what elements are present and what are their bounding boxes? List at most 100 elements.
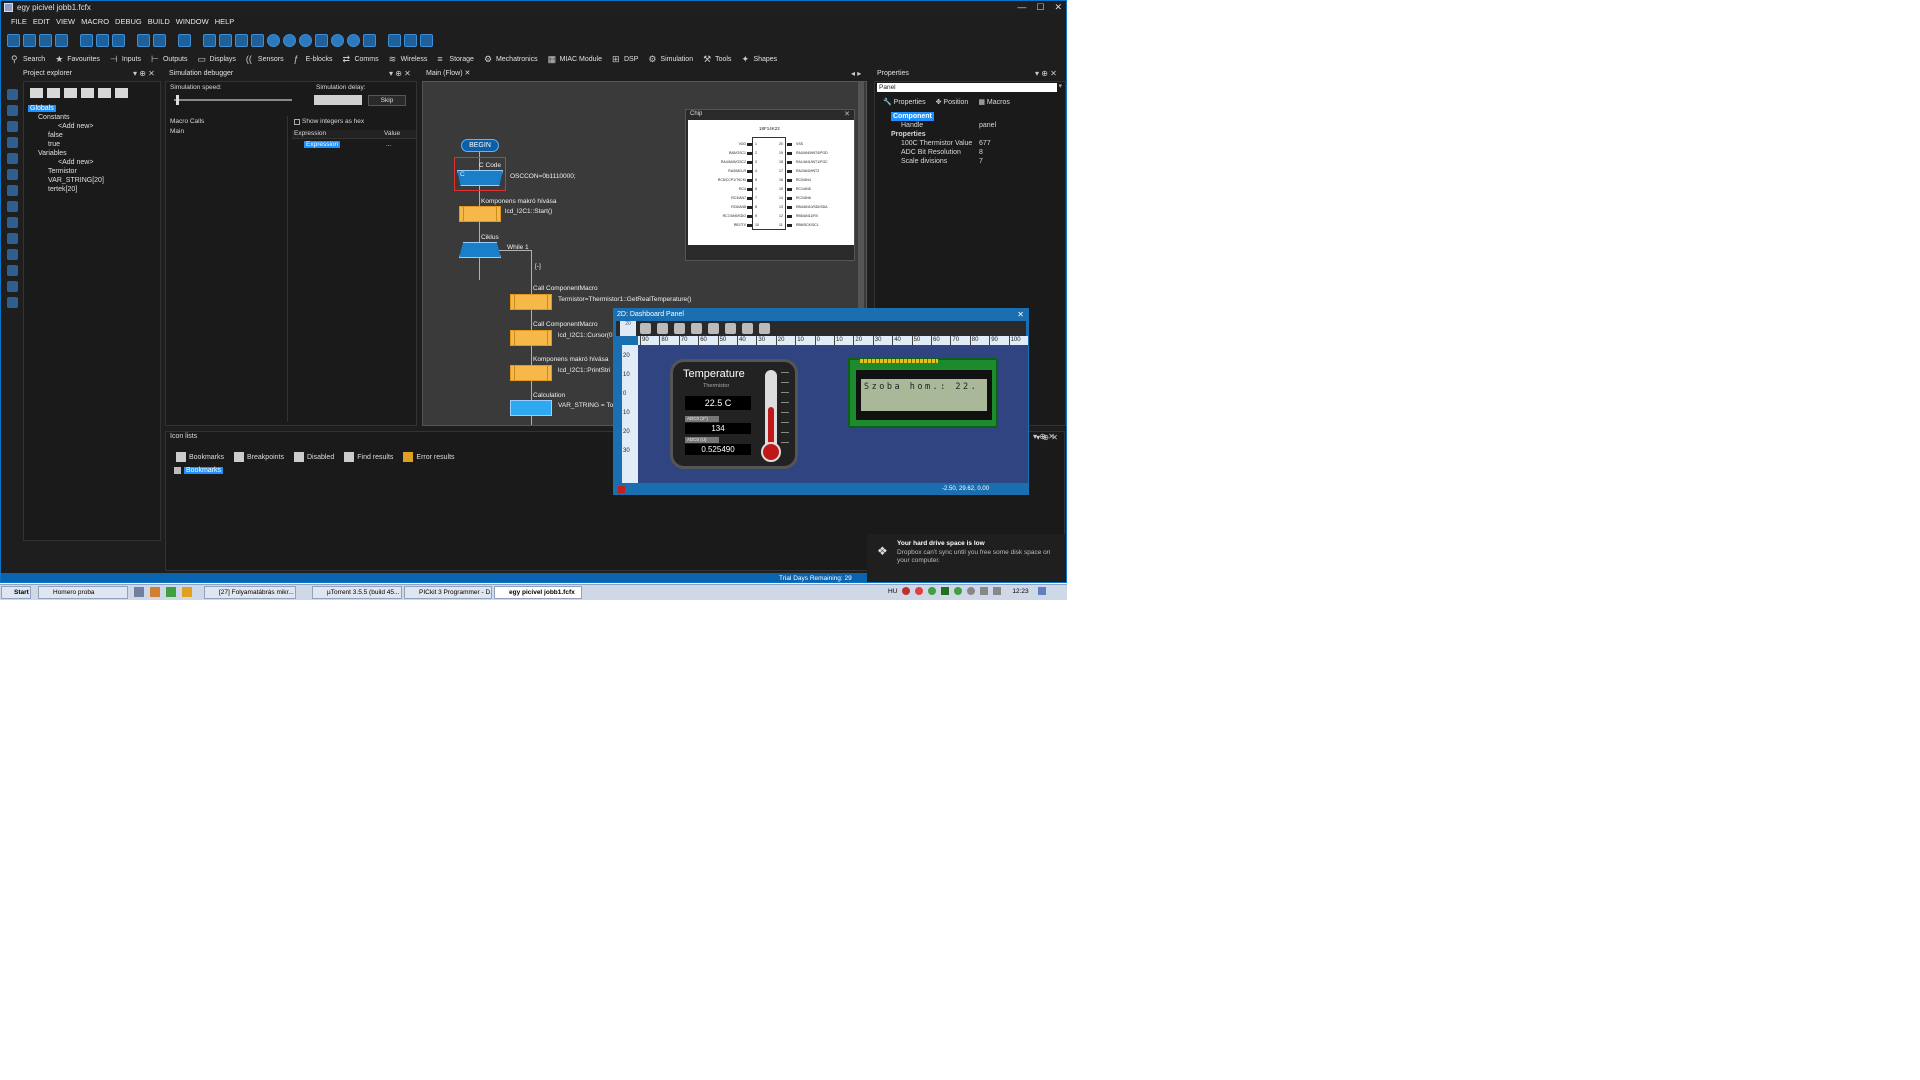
chip-pin[interactable] <box>747 224 752 227</box>
component-section[interactable]: Component <box>891 112 934 121</box>
panel-3d-icon[interactable] <box>388 33 401 47</box>
tab-position[interactable]: ✥ Position <box>936 98 969 106</box>
chip-pin[interactable] <box>787 170 792 173</box>
category-icon[interactable] <box>6 201 18 212</box>
search-dropdown-icon[interactable]: ▾ <box>1058 82 1062 90</box>
menu-build[interactable]: BUILD <box>148 15 170 28</box>
axes-icon[interactable] <box>759 323 770 334</box>
category-icon[interactable] <box>6 153 18 164</box>
chip-pin[interactable] <box>787 197 792 200</box>
loop-block[interactable] <box>459 242 501 258</box>
toolbar-simulation[interactable]: ⚙ Simulation <box>648 54 693 64</box>
category-icon[interactable] <box>6 169 18 180</box>
tab-error-results[interactable]: Error results <box>403 452 455 462</box>
macro-call-block[interactable] <box>459 206 501 222</box>
taskbar-item[interactable]: [27] Folyamatábrás mikr... <box>204 586 296 599</box>
panel-2d-icon[interactable] <box>363 33 376 47</box>
undo-icon[interactable] <box>137 33 150 47</box>
tray-icon[interactable] <box>941 587 950 595</box>
macro-call-block[interactable] <box>510 294 552 310</box>
tree-item[interactable]: false <box>28 131 104 140</box>
paste-icon[interactable] <box>112 33 125 47</box>
project-explorer-controls[interactable]: ▾ ⊕ ✕ <box>133 69 155 78</box>
tray-icon[interactable] <box>954 587 963 595</box>
tree-item[interactable]: VAR_STRING[20] <box>28 176 104 185</box>
start-button[interactable]: Start <box>1 586 31 599</box>
show-hex-checkbox[interactable] <box>294 118 300 125</box>
tab-breakpoints[interactable]: Breakpoints <box>234 452 284 462</box>
category-icon[interactable] <box>6 137 18 148</box>
chip-pin[interactable] <box>787 179 792 182</box>
dashboard-panel[interactable]: 2D: Dashboard Panel ✕ 20 90 80 70 60 50 40 30 2… <box>613 308 1029 495</box>
category-icon[interactable] <box>6 121 18 132</box>
toolbar-favourites[interactable]: ★ Favourites <box>55 54 100 64</box>
chip-pin[interactable] <box>747 215 752 218</box>
open-icon[interactable] <box>23 33 36 47</box>
stop-icon[interactable] <box>299 33 312 47</box>
chip-window[interactable]: Chip ✕ 18F14K22 VDD 1 RA5/OSC1 2 RA4/AN3/OSC… <box>685 109 855 261</box>
explorer-macros-icon[interactable] <box>64 88 77 98</box>
run-icon[interactable] <box>267 33 280 47</box>
toolbar-sensors[interactable]: ((Sensors <box>246 54 284 64</box>
expression-value[interactable]: ... <box>382 141 391 150</box>
minimize-button[interactable]: — <box>1017 1 1026 14</box>
skip-button[interactable]: Skip <box>368 95 406 106</box>
category-icon[interactable] <box>6 185 18 196</box>
toolbar-comms[interactable]: ⇄ Comms <box>342 54 378 64</box>
properties-section[interactable]: Properties <box>879 130 1059 139</box>
category-icon[interactable] <box>6 217 18 228</box>
macro-call-block[interactable] <box>510 330 552 346</box>
property-value[interactable]: 677 <box>979 139 991 148</box>
explorer-flowchart-icon[interactable] <box>30 88 43 98</box>
tree-item[interactable]: true <box>28 140 104 149</box>
expression-row[interactable]: Expression <box>304 141 341 148</box>
category-icon[interactable] <box>6 89 18 100</box>
menu-window[interactable]: WINDOW <box>176 15 209 28</box>
close-button[interactable]: ✕ <box>1054 1 1062 14</box>
bookmarks-item[interactable]: Bookmarks <box>174 467 224 474</box>
property-value[interactable]: 7 <box>979 157 983 166</box>
tree-item[interactable]: Globals <box>28 104 104 113</box>
save-icon[interactable] <box>55 33 68 47</box>
compile-icon[interactable] <box>219 33 232 47</box>
image-icon[interactable] <box>691 323 702 334</box>
sim-debugger-controls[interactable]: ▾ ⊕ ✕ <box>389 69 411 78</box>
taskbar-item[interactable]: µTorrent 3.5.5 (build 45... <box>312 586 402 599</box>
record-icon[interactable] <box>618 486 625 493</box>
dashboard-canvas[interactable]: Temperature Thermistor 22.5 C ADC0 (2^) … <box>638 345 1028 483</box>
copy-icon[interactable] <box>96 33 109 47</box>
chip-pin[interactable] <box>787 224 792 227</box>
lcd-display[interactable]: Szoba hom.: 22. <box>848 358 998 428</box>
toolbar-miac[interactable]: ▦ MIAC Module <box>548 54 602 64</box>
chip-pin[interactable] <box>747 197 752 200</box>
tray-icon[interactable] <box>915 587 924 595</box>
right-panel-controls[interactable]: ▾ ⊕ ✕ <box>1033 432 1055 441</box>
chip-pin[interactable] <box>747 170 752 173</box>
sphere-icon[interactable] <box>674 323 685 334</box>
explorer-components-icon[interactable] <box>81 88 94 98</box>
explorer-ports-icon[interactable] <box>98 88 111 98</box>
begin-block[interactable]: BEGIN <box>461 139 499 152</box>
property-value[interactable]: panel <box>979 121 996 130</box>
pause-icon[interactable] <box>283 33 296 47</box>
quicklaunch-icon[interactable] <box>166 587 176 597</box>
tree-item[interactable]: Variables <box>28 149 104 158</box>
toolbar-displays[interactable]: ▭ Displays <box>197 54 235 64</box>
wrench-icon[interactable] <box>742 323 753 334</box>
collapse-toggle[interactable]: [-] <box>535 263 541 270</box>
toolbar-outputs[interactable]: ⊢ Outputs <box>151 54 188 64</box>
toolbar-eblocks[interactable]: ƒ E-blocks <box>294 54 333 64</box>
toolbar-tools[interactable]: ⚒ Tools <box>703 54 731 64</box>
toolbar-storage[interactable]: ≡ Storage <box>437 54 474 64</box>
menu-view[interactable]: VIEW <box>56 15 75 28</box>
property-value[interactable]: 8 <box>979 148 983 157</box>
category-icon[interactable] <box>6 265 18 276</box>
tree-item[interactable]: <Add new> <box>28 158 104 167</box>
redo-icon[interactable] <box>153 33 166 47</box>
category-icon[interactable] <box>6 297 18 308</box>
chip-pin[interactable] <box>787 152 792 155</box>
speed-slider-knob[interactable] <box>176 95 179 105</box>
macro-call-main[interactable]: Main <box>168 127 287 136</box>
quicklaunch-icon[interactable] <box>150 587 160 597</box>
quicklaunch-icon[interactable] <box>182 587 192 597</box>
